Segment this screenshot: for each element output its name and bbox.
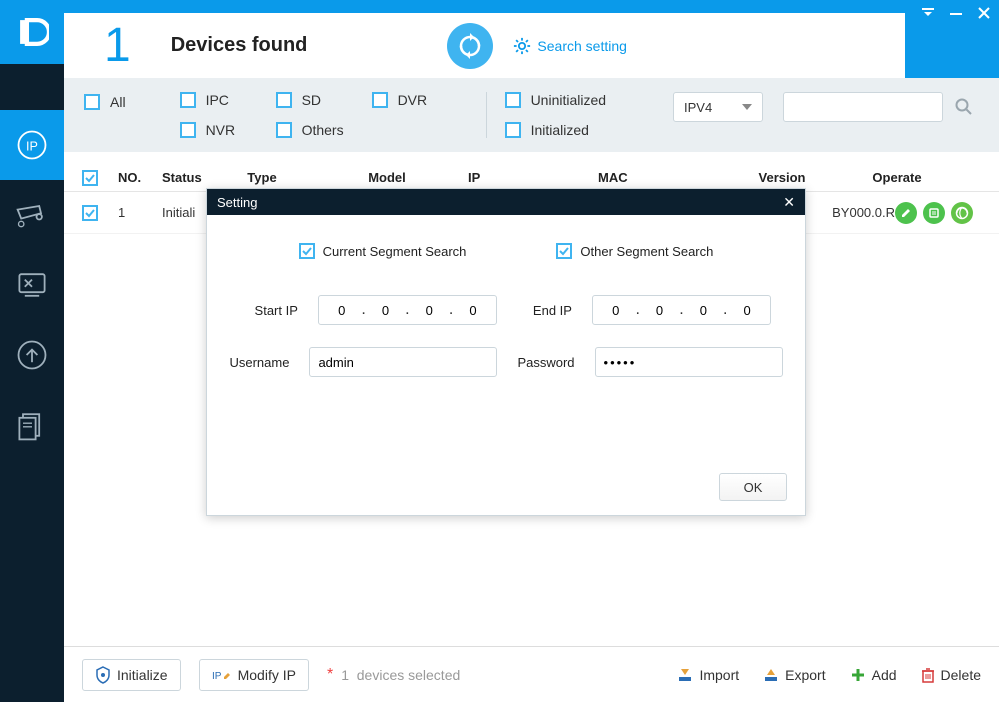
current-segment-checkbox[interactable] (299, 243, 315, 259)
export-button[interactable]: Export (763, 667, 825, 683)
col-operate: Operate (842, 170, 952, 185)
filter-sd-label: SD (302, 92, 321, 108)
modify-ip-label: Modify IP (238, 667, 296, 683)
filter-all-label: All (110, 94, 126, 110)
password-input[interactable] (595, 347, 783, 377)
col-mac: MAC (592, 170, 722, 185)
filter-sd-checkbox[interactable] (276, 92, 292, 108)
import-label: Import (699, 667, 739, 683)
delete-button[interactable]: Delete (921, 667, 981, 683)
selected-label: devices selected (357, 667, 461, 683)
filter-dvr-label: DVR (398, 92, 428, 108)
ip-version-select[interactable]: IPV4 (673, 92, 763, 122)
col-version: Version (722, 170, 842, 185)
current-segment-label: Current Segment Search (323, 244, 467, 259)
password-label: Password (517, 355, 574, 370)
other-segment-checkbox[interactable] (556, 243, 572, 259)
filter-initialized-checkbox[interactable] (505, 122, 521, 138)
filter-others-checkbox[interactable] (276, 122, 292, 138)
search-setting-link[interactable]: Search setting (513, 37, 627, 55)
end-ip-octet-2[interactable] (646, 303, 674, 318)
filter-nvr-checkbox[interactable] (180, 122, 196, 138)
ok-button[interactable]: OK (719, 473, 787, 501)
end-ip-label: End IP (517, 303, 572, 318)
other-segment-label: Other Segment Search (580, 244, 713, 259)
search-setting-label: Search setting (537, 38, 627, 54)
export-label: Export (785, 667, 825, 683)
col-no: NO. (112, 170, 156, 185)
header: 1 Devices found Search setting (64, 13, 905, 78)
ok-label: OK (744, 480, 763, 495)
device-count: 1 (104, 18, 131, 73)
filter-initialized-label: Initialized (531, 122, 589, 138)
start-ip-octet-3[interactable] (415, 303, 443, 318)
col-model: Model (312, 170, 462, 185)
username-label: Username (229, 355, 289, 370)
start-ip-octet-1[interactable] (328, 303, 356, 318)
op-detail-icon[interactable] (923, 202, 945, 224)
filter-others-label: Others (302, 122, 344, 138)
svg-text:IP: IP (212, 671, 222, 682)
modify-ip-button[interactable]: IP Modify IP (199, 659, 309, 691)
filter-dvr-checkbox[interactable] (372, 92, 388, 108)
nav-ip-config[interactable]: IP (0, 110, 64, 180)
end-ip-octet-4[interactable] (733, 303, 761, 318)
end-ip-octet-3[interactable] (689, 303, 717, 318)
select-all-checkbox[interactable] (82, 170, 98, 186)
filter-ipc-label: IPC (206, 92, 229, 108)
start-ip-octet-2[interactable] (372, 303, 400, 318)
filter-ipc-checkbox[interactable] (180, 92, 196, 108)
chevron-down-icon (742, 104, 752, 110)
filter-all-checkbox[interactable] (84, 94, 100, 110)
refresh-button[interactable] (447, 23, 493, 69)
initialize-button[interactable]: Initialize (82, 659, 181, 691)
filter-uninitialized-checkbox[interactable] (505, 92, 521, 108)
selected-count: 1 (341, 667, 349, 683)
col-type: Type (212, 170, 312, 185)
filter-bar: All IPC SD DVR NVR Others Uninitialized … (64, 78, 999, 152)
end-ip-input[interactable]: . . . (592, 295, 771, 325)
sidebar: IP (0, 0, 64, 702)
import-button[interactable]: Import (677, 667, 739, 683)
end-ip-octet-1[interactable] (602, 303, 630, 318)
nav-upgrade[interactable] (0, 320, 64, 390)
nav-camera[interactable] (0, 180, 64, 250)
delete-label: Delete (941, 667, 981, 683)
username-input[interactable] (309, 347, 497, 377)
nav-tools[interactable] (0, 250, 64, 320)
dialog-title: Setting (217, 195, 257, 210)
logo-icon (0, 0, 64, 64)
devices-found-label: Devices found (171, 34, 308, 57)
svg-text:IP: IP (26, 139, 38, 153)
op-web-icon[interactable] (951, 202, 973, 224)
row-checkbox[interactable] (82, 205, 98, 221)
window-controls (905, 0, 999, 78)
row-no: 1 (112, 205, 156, 220)
dropdown-window-icon[interactable] (921, 6, 935, 20)
row-status: Initiali (156, 205, 212, 220)
start-ip-octet-4[interactable] (459, 303, 487, 318)
initialize-label: Initialize (117, 667, 168, 683)
add-button[interactable]: Add (850, 667, 897, 683)
star-icon: * (327, 666, 333, 684)
col-ip: IP (462, 170, 592, 185)
ip-version-value: IPV4 (684, 100, 712, 115)
search-button[interactable] (949, 92, 979, 122)
minimize-button[interactable] (949, 6, 963, 20)
close-window-button[interactable] (977, 6, 991, 20)
dialog-close-button[interactable]: ✕ (783, 194, 795, 211)
bottom-toolbar: Initialize IP Modify IP * 1 devices sele… (64, 646, 999, 702)
start-ip-input[interactable]: . . . (318, 295, 497, 325)
setting-dialog: Setting ✕ Current Segment Search Other S… (206, 188, 806, 516)
filter-nvr-label: NVR (206, 122, 236, 138)
filter-uninitialized-label: Uninitialized (531, 92, 606, 108)
op-edit-icon[interactable] (895, 202, 917, 224)
start-ip-label: Start IP (241, 303, 298, 318)
add-label: Add (872, 667, 897, 683)
row-version: BY000.0.R (832, 205, 895, 220)
col-status: Status (156, 170, 212, 185)
search-input[interactable] (783, 92, 943, 122)
nav-docs[interactable] (0, 390, 64, 460)
